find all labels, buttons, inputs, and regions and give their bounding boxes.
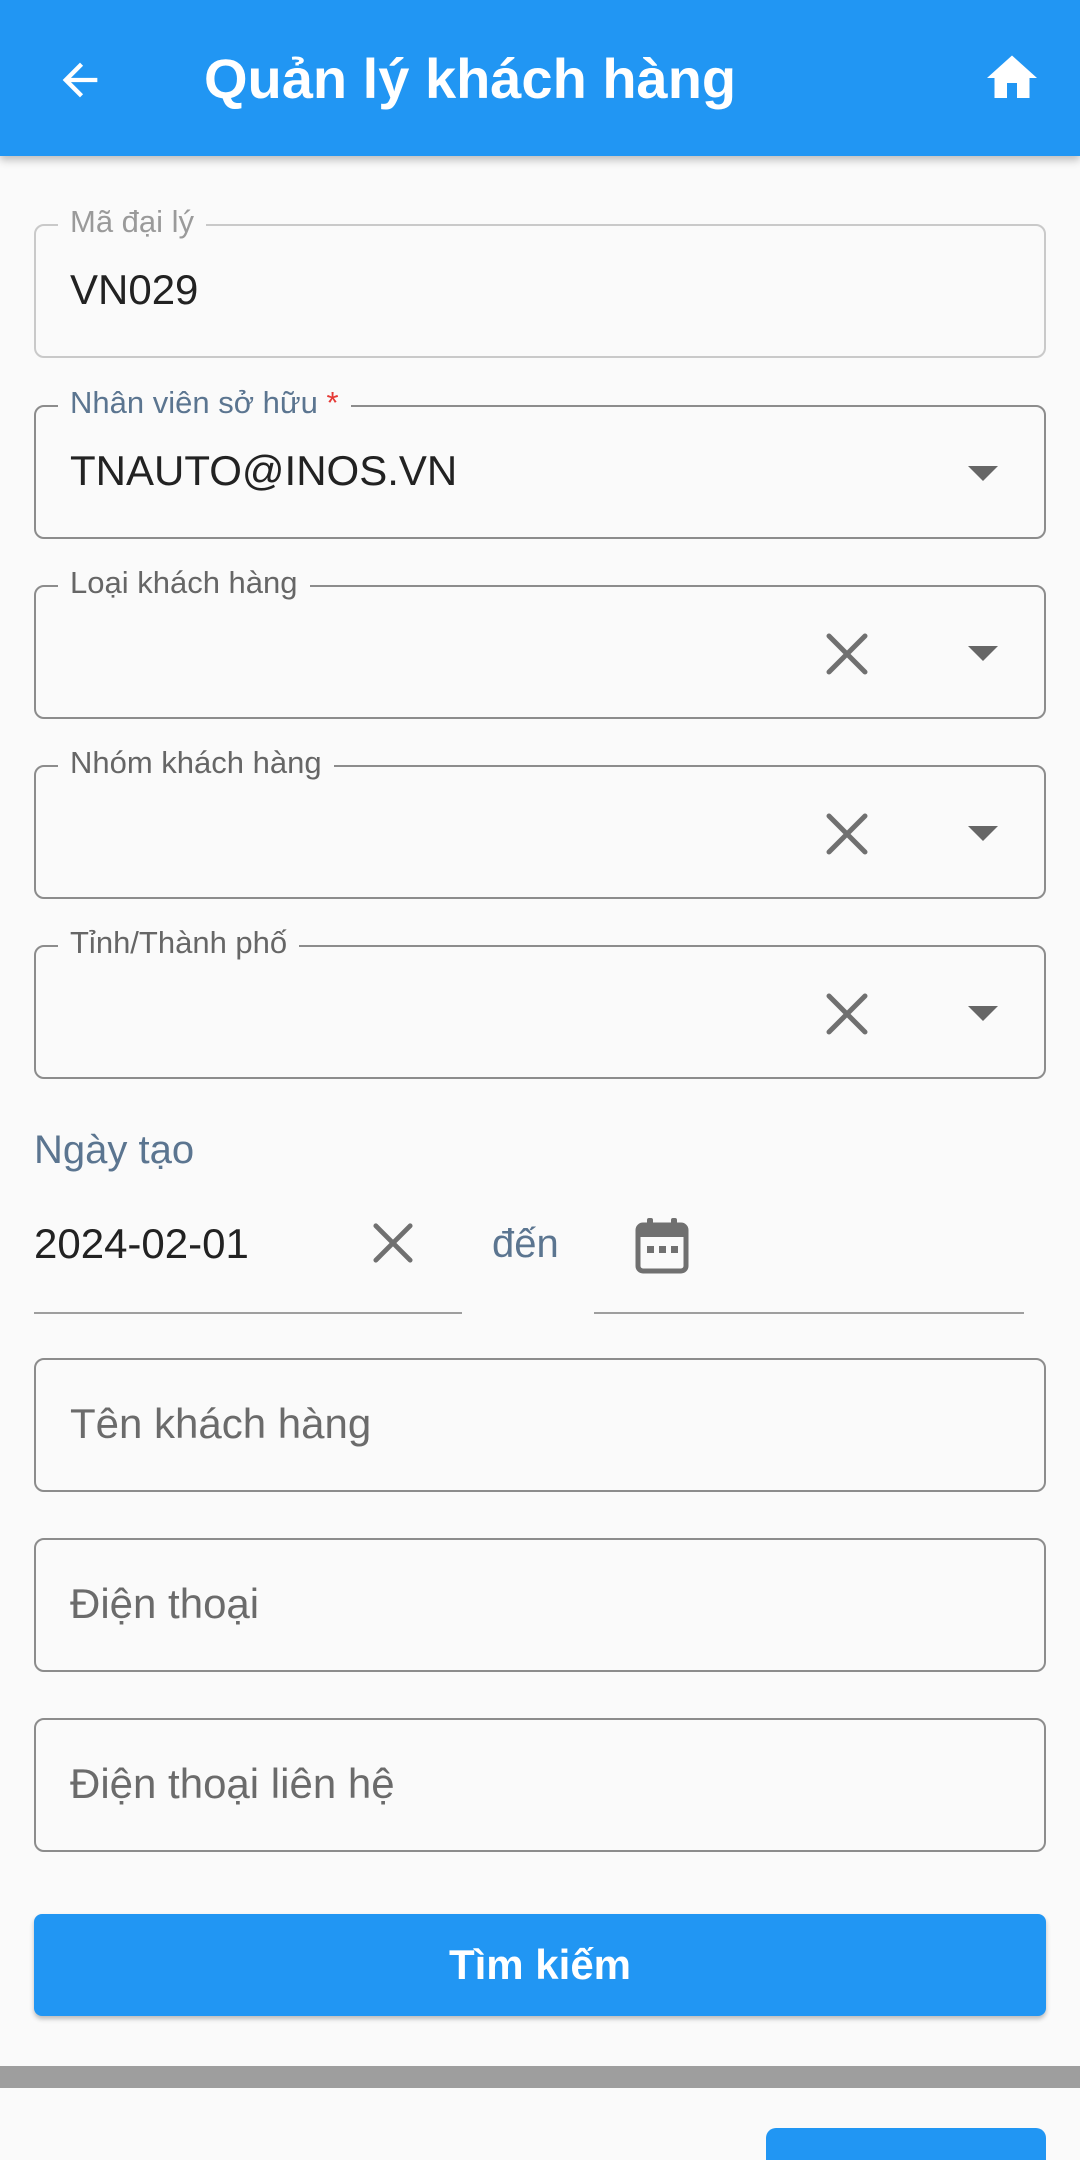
customer-name-input[interactable]: Tên khách hàng (34, 1358, 1046, 1492)
caret-down-icon (968, 646, 998, 661)
close-icon (373, 1223, 413, 1263)
search-button[interactable]: Tìm kiếm (34, 1914, 1046, 2016)
section-divider (0, 2066, 1080, 2088)
customer-type-dropdown-arrow[interactable] (958, 629, 1008, 679)
province-label: Tỉnh/Thành phố (58, 925, 300, 961)
contact-phone-input[interactable]: Điện thoại liên hệ (34, 1718, 1046, 1852)
home-icon (987, 55, 1037, 98)
province-clear-button[interactable] (810, 977, 884, 1051)
close-icon (826, 633, 868, 675)
close-icon (826, 993, 868, 1035)
province-dropdown-arrow[interactable] (958, 989, 1008, 1039)
contact-phone-placeholder: Điện thoại liên hệ (70, 1760, 395, 1807)
owner-label: Nhân viên sở hữu * (58, 385, 351, 421)
customer-type-clear-button[interactable] (810, 617, 884, 691)
created-date-to-field[interactable] (594, 1200, 1024, 1314)
customer-type-dropdown[interactable]: Loại khách hàng (34, 565, 1046, 719)
customer-type-label: Loại khách hàng (58, 565, 310, 601)
customer-group-label: Nhóm khách hàng (58, 745, 334, 781)
agent-code-label: Mã đại lý (58, 204, 207, 240)
caret-down-icon (968, 1006, 998, 1021)
owner-dropdown[interactable]: Nhân viên sở hữu * TNAUTO@INOS.VN (34, 385, 1046, 539)
customer-name-placeholder: Tên khách hàng (70, 1400, 372, 1447)
caret-down-icon (968, 466, 998, 481)
date-range-separator: đến (492, 1222, 559, 1266)
app-bar: Quản lý khách hàng (0, 0, 1080, 156)
created-date-from-value: 2024-02-01 (34, 1220, 249, 1267)
customer-group-dropdown-arrow[interactable] (958, 809, 1008, 859)
created-date-from-field[interactable]: 2024-02-01 (34, 1200, 462, 1314)
province-dropdown[interactable]: Tỉnh/Thành phố (34, 925, 1046, 1079)
close-icon (826, 813, 868, 855)
home-button[interactable] (972, 38, 1052, 118)
back-button[interactable] (40, 40, 120, 120)
customer-group-clear-button[interactable] (810, 797, 884, 871)
created-date-label: Ngày tạo (34, 1128, 195, 1172)
owner-value: TNAUTO@INOS.VN (70, 447, 458, 494)
calendar-icon (635, 1218, 689, 1274)
phone-placeholder: Điện thoại (70, 1580, 260, 1627)
calendar-button[interactable] (632, 1214, 692, 1276)
page-title: Quản lý khách hàng (204, 47, 737, 110)
bottom-action-button[interactable] (766, 2128, 1046, 2160)
required-mark: * (326, 385, 339, 420)
created-date-from-clear-button[interactable] (358, 1208, 428, 1278)
phone-input[interactable]: Điện thoại (34, 1538, 1046, 1672)
owner-dropdown-arrow[interactable] (958, 449, 1008, 499)
agent-code-value: VN029 (70, 266, 199, 313)
customer-group-dropdown[interactable]: Nhóm khách hàng (34, 745, 1046, 899)
agent-code-field: Mã đại lý VN029 (34, 204, 1046, 358)
caret-down-icon (968, 826, 998, 841)
arrow-left-icon (62, 62, 98, 98)
